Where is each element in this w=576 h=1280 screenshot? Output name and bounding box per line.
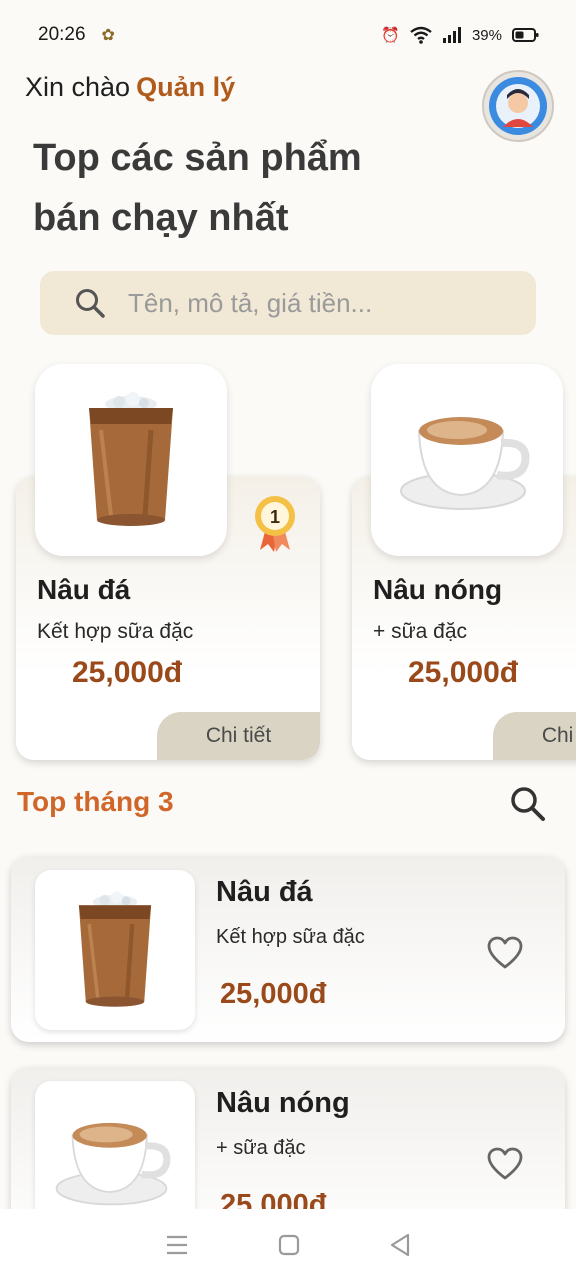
detail-button[interactable]: Chi tiết xyxy=(157,712,320,760)
product-name: Nâu đá xyxy=(37,574,131,605)
iced-coffee-image xyxy=(89,392,173,526)
search-bar[interactable] xyxy=(40,271,536,335)
list-item-price: 25,000đ xyxy=(220,978,327,1010)
alarm-icon: ⏰ xyxy=(381,27,400,44)
wifi-icon xyxy=(410,26,432,44)
list-image-frame xyxy=(35,870,195,1030)
signal-icon xyxy=(442,27,461,43)
status-bar: 20:26 ✿ ⏰ 39% xyxy=(0,0,576,70)
home-icon[interactable] xyxy=(278,1234,300,1256)
greeting-text: Xin chào xyxy=(25,72,131,102)
product-price: 25,000đ xyxy=(408,656,519,689)
search-icon xyxy=(511,787,545,821)
avatar[interactable] xyxy=(482,70,554,142)
search-icon xyxy=(76,289,105,318)
heart-icon xyxy=(487,936,523,969)
list-item-desc: Kết hợp sữa đặc xyxy=(216,926,365,948)
product-name: Nâu nóng xyxy=(373,574,503,605)
list-item[interactable]: Nâu đá Kết hợp sữa đặc 25,000đ xyxy=(11,856,565,1042)
favorite-button[interactable] xyxy=(487,936,523,975)
medal-icon: 1 xyxy=(255,496,295,552)
product-image-frame[interactable] xyxy=(371,364,563,556)
heart-icon xyxy=(487,1147,523,1180)
product-price: 25,000đ xyxy=(72,656,183,689)
product-desc: Kết hợp sữa đặc xyxy=(37,620,194,643)
menu-icon[interactable] xyxy=(165,1234,189,1256)
iced-coffee-image xyxy=(78,891,152,1007)
notification-icon: ✿ xyxy=(101,27,115,44)
battery-icon xyxy=(512,28,539,42)
system-nav-bar xyxy=(0,1209,576,1280)
rank-number: 1 xyxy=(270,507,280,527)
list-item-name: Nâu đá xyxy=(216,876,313,908)
rank-medal: 1 xyxy=(252,494,298,557)
list-item-name: Nâu nóng xyxy=(216,1087,350,1119)
top-products-carousel[interactable]: 1 Nâu đá Kết hợp sữa đặc 25,000đ Chi tiế… xyxy=(0,360,576,770)
section-search-button[interactable] xyxy=(508,784,548,829)
title-line-1: Top các sản phẩm xyxy=(33,137,362,179)
favorite-button[interactable] xyxy=(487,1147,523,1186)
user-name: Quản lý xyxy=(136,72,236,102)
battery-percent: 39% xyxy=(471,26,502,44)
greeting: Xin chào Quản lý xyxy=(25,72,235,103)
product-desc: + sữa đặc xyxy=(373,620,468,643)
search-input[interactable] xyxy=(128,287,508,319)
hot-coffee-image xyxy=(400,417,530,510)
hot-coffee-image xyxy=(55,1122,171,1206)
title-line-2: bán chạy nhất xyxy=(33,197,289,239)
status-time: 20:26 xyxy=(38,24,86,45)
user-gear-icon xyxy=(489,77,547,135)
back-icon[interactable] xyxy=(389,1233,411,1257)
list-item-desc: + sữa đặc xyxy=(216,1137,306,1159)
section-title: Top tháng 3 xyxy=(17,786,174,817)
page-title: Top các sản phẩm bán chạy nhất xyxy=(33,128,453,248)
detail-button[interactable]: Chi tiết xyxy=(493,712,576,760)
product-image-frame[interactable] xyxy=(35,364,227,556)
